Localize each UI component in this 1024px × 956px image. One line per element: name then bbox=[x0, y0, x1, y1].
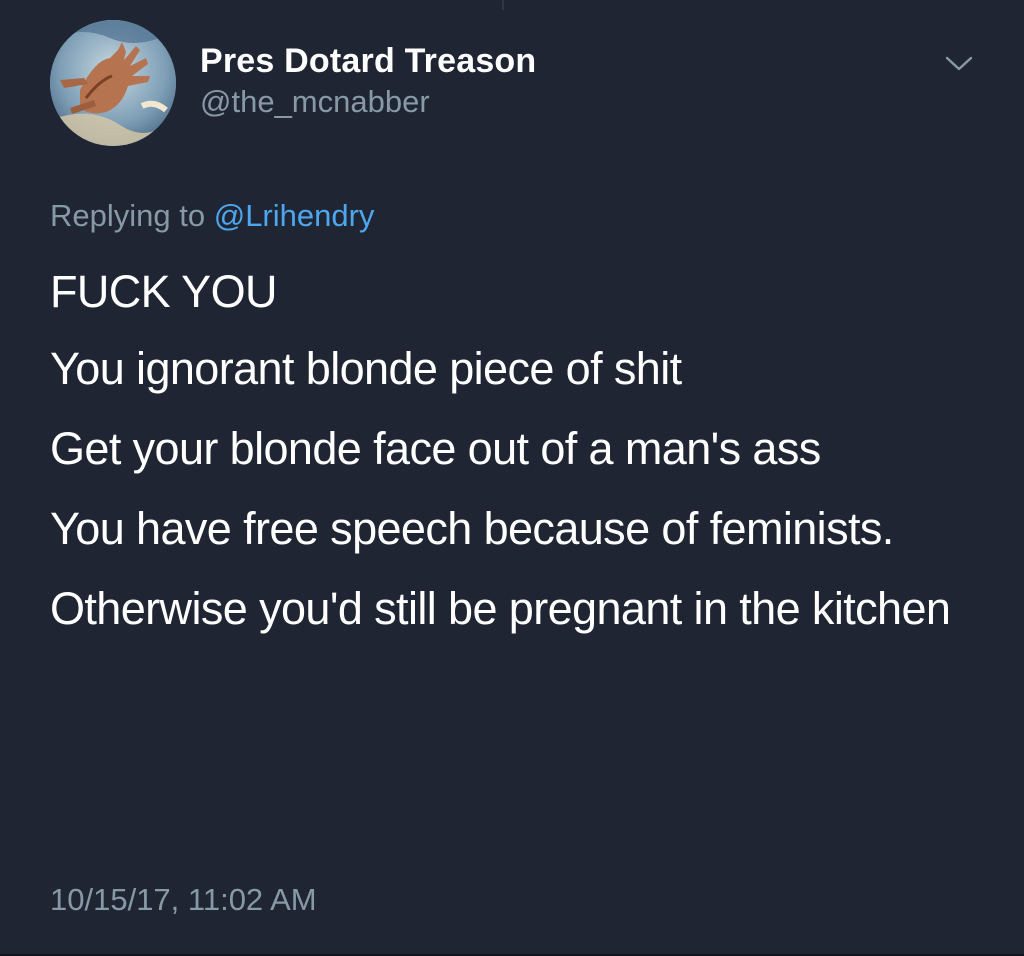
tweet-line: You ignorant blonde piece of shit bbox=[50, 343, 682, 394]
tweet-line: You have free speech because of feminist… bbox=[50, 503, 894, 554]
user-handle[interactable]: @the_mcnabber bbox=[200, 84, 536, 120]
reply-prefix: Replying to bbox=[50, 198, 206, 233]
tweet-text: FUCK YOU You ignorant blonde piece of sh… bbox=[50, 264, 990, 661]
reply-mention-link[interactable]: @Lrihendry bbox=[214, 198, 375, 233]
display-name[interactable]: Pres Dotard Treason bbox=[200, 42, 536, 80]
tweet-timestamp[interactable]: 10/15/17, 11:02 AM bbox=[50, 880, 317, 920]
avatar[interactable] bbox=[50, 20, 176, 146]
tweet-header: Pres Dotard Treason @the_mcnabber bbox=[50, 20, 984, 150]
chevron-down-icon[interactable] bbox=[944, 54, 974, 74]
reply-context: Replying to @Lrihendry bbox=[50, 196, 374, 236]
tweet-line: Get your blonde face out of a man's ass bbox=[50, 423, 821, 474]
thread-connector bbox=[502, 0, 504, 10]
avatar-image bbox=[50, 20, 176, 146]
tweet-line: Otherwise you'd still be pregnant in the… bbox=[50, 583, 951, 634]
tweet-card: Pres Dotard Treason @the_mcnabber Replyi… bbox=[0, 0, 1024, 956]
author-names: Pres Dotard Treason @the_mcnabber bbox=[200, 42, 536, 120]
tweet-line: FUCK YOU bbox=[50, 266, 278, 317]
